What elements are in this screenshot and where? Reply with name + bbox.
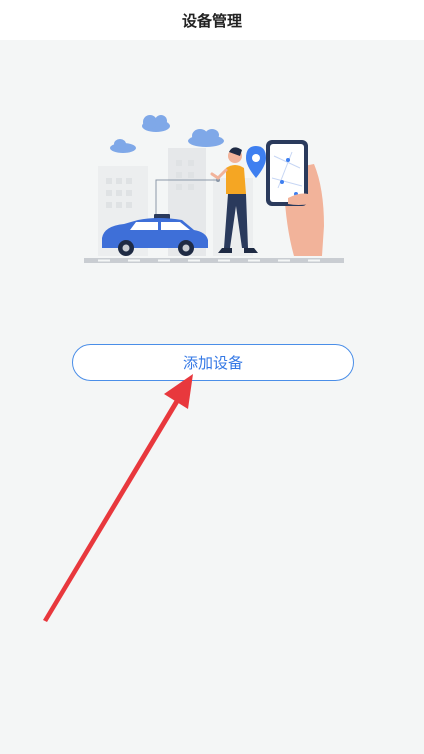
page-title: 设备管理 xyxy=(181,11,242,30)
add-device-label: 添加设备 xyxy=(182,354,243,372)
taxi-illustration xyxy=(84,115,344,263)
top-bar: 设备管理 xyxy=(0,0,424,40)
add-device-button[interactable]: 添加设备 xyxy=(72,344,354,381)
